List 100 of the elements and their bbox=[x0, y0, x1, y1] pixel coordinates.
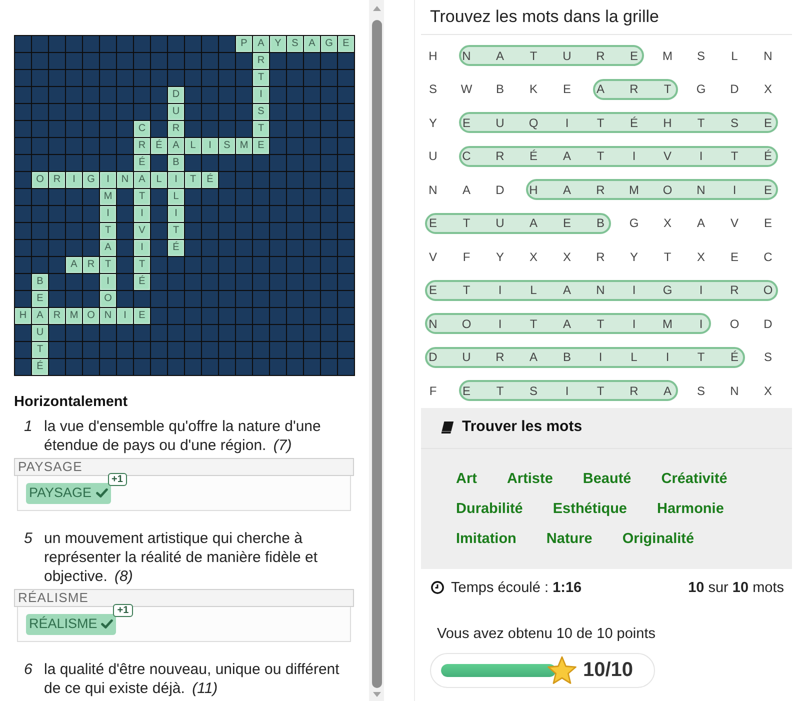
crossword-letter[interactable]: A bbox=[168, 138, 184, 154]
grid-letter[interactable]: I bbox=[561, 384, 573, 398]
grid-letter[interactable]: U bbox=[561, 48, 573, 63]
grid-letter[interactable]: S bbox=[728, 116, 740, 130]
crossword-letter[interactable]: É bbox=[32, 359, 48, 375]
grid-letter[interactable]: E bbox=[728, 250, 740, 264]
grid-letter[interactable]: M bbox=[628, 182, 640, 197]
crossword-letter[interactable]: L bbox=[185, 138, 201, 154]
grid-letter[interactable]: B bbox=[594, 216, 606, 230]
grid-letter[interactable]: R bbox=[594, 250, 606, 264]
crossword-letter[interactable]: G bbox=[321, 36, 337, 52]
grid-letter[interactable]: V bbox=[728, 216, 740, 230]
grid-letter[interactable]: R bbox=[494, 350, 506, 364]
crossword-letter[interactable]: L bbox=[151, 172, 167, 188]
crossword-letter[interactable]: T bbox=[185, 172, 201, 188]
crossword-letter[interactable]: B bbox=[168, 155, 184, 171]
grid-letter[interactable]: L bbox=[628, 350, 640, 364]
crossword-letter[interactable]: N bbox=[100, 308, 116, 324]
grid-letter[interactable]: B bbox=[494, 82, 506, 96]
crossword-letter[interactable]: P bbox=[236, 36, 252, 52]
grid-letter[interactable]: M bbox=[662, 48, 674, 63]
grid-letter[interactable]: E bbox=[628, 48, 640, 63]
grid-letter[interactable]: T bbox=[695, 116, 707, 130]
crossword-letter[interactable]: T bbox=[168, 223, 184, 239]
grid-letter[interactable]: X bbox=[762, 82, 774, 96]
grid-letter[interactable]: R bbox=[728, 283, 740, 298]
scrollbar-thumb[interactable] bbox=[372, 20, 382, 688]
crossword-letter[interactable]: I bbox=[66, 172, 82, 188]
grid-letter[interactable]: A bbox=[561, 316, 573, 331]
grid-letter[interactable]: N bbox=[460, 48, 472, 63]
grid-letter[interactable]: U bbox=[460, 350, 472, 364]
crossword-letter[interactable]: I bbox=[168, 172, 184, 188]
grid-letter[interactable]: E bbox=[561, 82, 573, 96]
grid-letter[interactable]: S bbox=[695, 384, 707, 398]
grid-letter[interactable]: V bbox=[427, 250, 439, 264]
grid-letter[interactable]: E bbox=[427, 283, 439, 298]
grid-letter[interactable]: É bbox=[528, 149, 540, 164]
grid-letter[interactable]: D bbox=[427, 350, 439, 364]
crossword-letter[interactable]: R bbox=[49, 172, 65, 188]
grid-letter[interactable]: N bbox=[695, 182, 707, 197]
grid-letter[interactable]: O bbox=[460, 316, 472, 331]
grid-letter[interactable]: A bbox=[528, 350, 540, 364]
grid-letter[interactable]: T bbox=[662, 250, 674, 264]
grid-letter[interactable]: R bbox=[594, 48, 606, 63]
scroll-up-icon[interactable] bbox=[372, 6, 380, 11]
crossword-letter[interactable]: I bbox=[253, 87, 269, 103]
grid-letter[interactable]: I bbox=[695, 316, 707, 331]
grid-letter[interactable]: T bbox=[594, 116, 606, 130]
grid-letter[interactable]: U bbox=[494, 216, 506, 230]
crossword-letter[interactable]: I bbox=[100, 172, 116, 188]
grid-letter[interactable]: U bbox=[427, 149, 439, 164]
crossword-letter[interactable]: I bbox=[100, 206, 116, 222]
crossword-letter[interactable]: D bbox=[168, 87, 184, 103]
grid-letter[interactable]: E bbox=[561, 216, 573, 230]
grid-letter[interactable]: O bbox=[728, 316, 740, 331]
crossword-letter[interactable]: A bbox=[100, 240, 116, 256]
grid-letter[interactable]: T bbox=[460, 283, 472, 298]
crossword-letter[interactable]: I bbox=[134, 240, 150, 256]
grid-letter[interactable]: R bbox=[494, 149, 506, 164]
grid-letter[interactable]: X bbox=[561, 250, 573, 264]
grid-letter[interactable]: T bbox=[460, 216, 472, 230]
crossword-letter[interactable]: E bbox=[338, 36, 354, 52]
crossword-letter[interactable]: S bbox=[219, 138, 235, 154]
crossword-letter[interactable]: H bbox=[15, 308, 31, 324]
grid-letter[interactable]: S bbox=[528, 384, 540, 398]
grid-letter[interactable]: R bbox=[628, 82, 640, 96]
grid-letter[interactable]: F bbox=[460, 250, 472, 264]
grid-letter[interactable]: C bbox=[460, 149, 472, 164]
grid-letter[interactable]: H bbox=[662, 116, 674, 130]
crossword-letter[interactable]: S bbox=[287, 36, 303, 52]
crossword-letter[interactable]: T bbox=[32, 342, 48, 358]
grid-letter[interactable]: G bbox=[695, 82, 707, 96]
grid-letter[interactable]: X bbox=[662, 216, 674, 230]
grid-letter[interactable]: Y bbox=[628, 250, 640, 264]
crossword-letter[interactable]: A bbox=[304, 36, 320, 52]
grid-letter[interactable]: H bbox=[427, 48, 439, 63]
grid-letter[interactable]: L bbox=[528, 283, 540, 298]
grid-letter[interactable]: T bbox=[594, 384, 606, 398]
grid-letter[interactable]: A bbox=[561, 283, 573, 298]
grid-letter[interactable]: I bbox=[628, 149, 640, 164]
crossword-letter[interactable]: R bbox=[168, 121, 184, 137]
grid-letter[interactable]: U bbox=[494, 116, 506, 130]
crossword-letter[interactable]: A bbox=[134, 172, 150, 188]
crossword-letter[interactable]: V bbox=[134, 223, 150, 239]
grid-letter[interactable]: I bbox=[695, 149, 707, 164]
grid-letter[interactable]: A bbox=[561, 182, 573, 197]
grid-letter[interactable]: S bbox=[762, 350, 774, 364]
grid-letter[interactable]: Y bbox=[494, 250, 506, 264]
grid-letter[interactable]: E bbox=[762, 182, 774, 197]
crossword-letter[interactable]: M bbox=[236, 138, 252, 154]
crossword-letter[interactable]: E bbox=[32, 291, 48, 307]
grid-letter[interactable]: B bbox=[561, 350, 573, 364]
grid-letter[interactable]: A bbox=[528, 216, 540, 230]
crossword-letter[interactable]: L bbox=[168, 189, 184, 205]
grid-letter[interactable]: X bbox=[762, 384, 774, 398]
crossword-letter[interactable]: S bbox=[253, 104, 269, 120]
grid-letter[interactable]: E bbox=[460, 116, 472, 130]
grid-letter[interactable]: O bbox=[762, 283, 774, 298]
grid-letter[interactable]: X bbox=[695, 250, 707, 264]
crossword-letter[interactable]: E bbox=[134, 308, 150, 324]
